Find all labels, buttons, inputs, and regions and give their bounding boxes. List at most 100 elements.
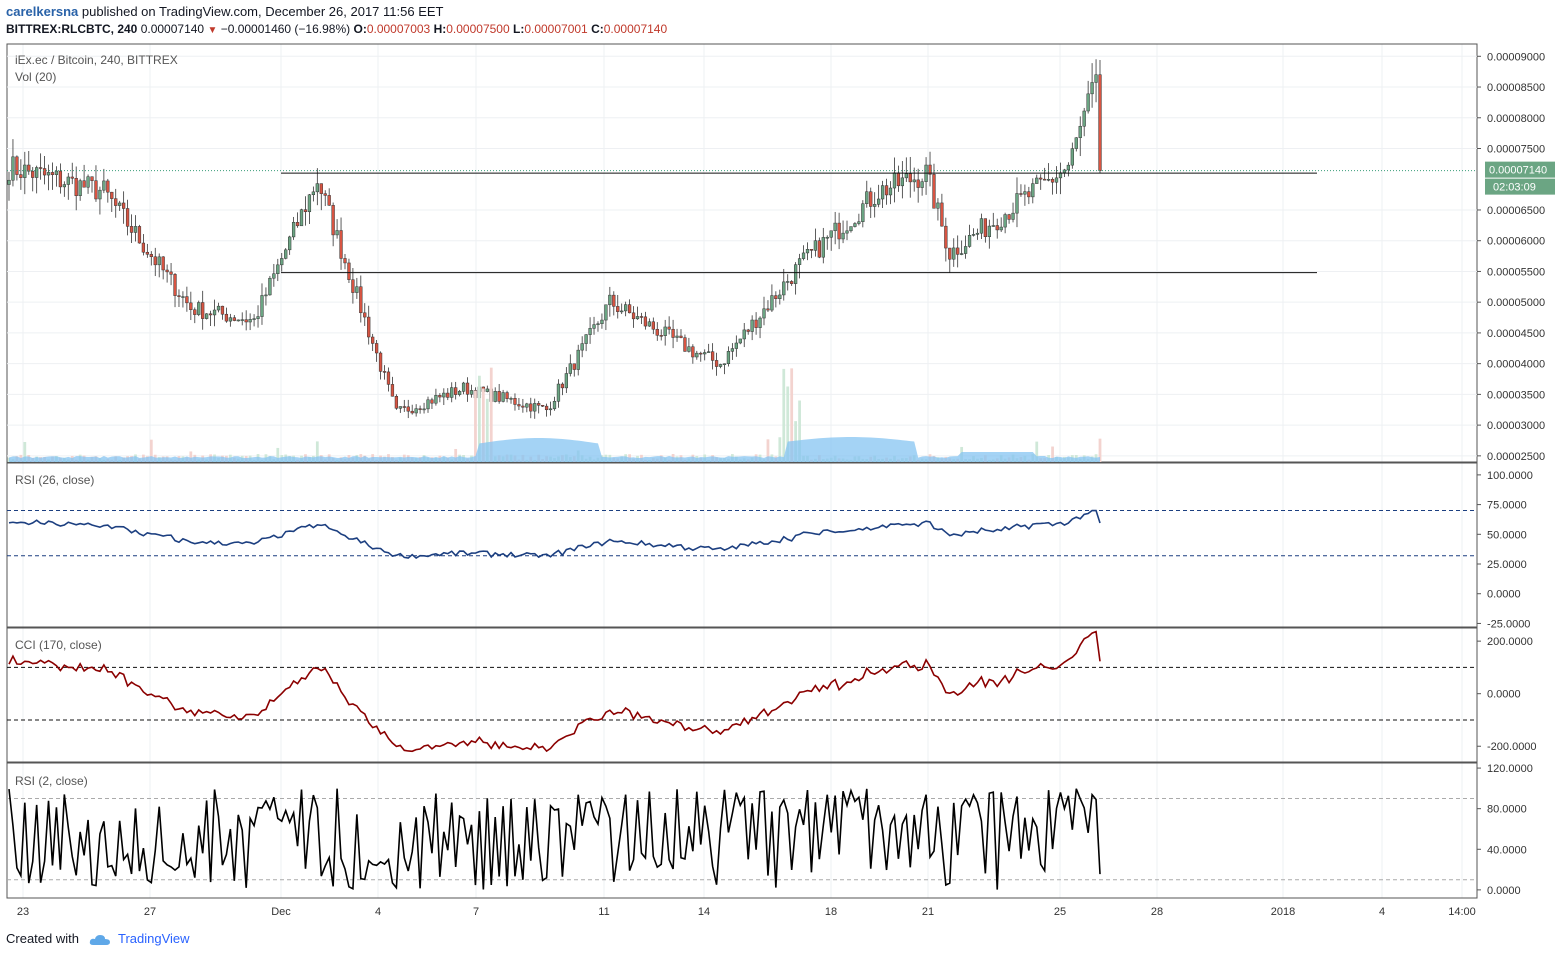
candle: [837, 222, 841, 240]
candle: [442, 392, 446, 398]
time-tick-label: 4: [375, 906, 381, 918]
candle: [944, 225, 948, 249]
price-tick-label: 0.00004500: [1487, 328, 1545, 340]
candle: [38, 167, 43, 169]
candle: [873, 204, 877, 207]
candle: [608, 294, 612, 306]
price-tick-label: 0.00008500: [1487, 82, 1545, 94]
candle: [485, 388, 489, 392]
candle: [66, 176, 70, 185]
rsi26-line: [8, 509, 1101, 560]
candle: [284, 249, 288, 259]
candle: [730, 348, 735, 352]
candle: [1078, 125, 1082, 138]
candle: [252, 318, 256, 320]
candle: [228, 317, 232, 322]
chart-canvas[interactable]: 0.00009000 0.00008500 0.00008000 0.00007500…: [0, 0, 1556, 925]
candle: [94, 180, 98, 200]
candle: [580, 343, 584, 351]
price-tick-label: 0.00005000: [1487, 297, 1545, 309]
candle: [272, 273, 276, 279]
candle: [778, 294, 782, 299]
candle: [469, 390, 474, 395]
candle: [50, 172, 55, 175]
cci-pane-title: CCI (170, close): [15, 638, 102, 652]
candle: [386, 371, 391, 385]
created-with-label: Created with: [6, 931, 79, 946]
candle: [315, 183, 319, 193]
time-tick-label: Dec: [271, 906, 291, 918]
candle: [983, 218, 987, 237]
candle: [750, 319, 754, 332]
candle: [201, 302, 205, 319]
candle: [865, 191, 869, 204]
candle: [809, 249, 814, 251]
candle: [631, 312, 636, 320]
candle: [624, 304, 628, 312]
candle: [560, 383, 565, 389]
candle: [434, 395, 438, 404]
candle: [161, 256, 165, 271]
candle: [714, 360, 719, 367]
candle: [125, 208, 130, 227]
candle: [762, 308, 766, 319]
cci-axis-label: -200.0000: [1487, 741, 1537, 753]
rsi26-axis-label: 25.0000: [1487, 559, 1527, 571]
candle: [1050, 179, 1055, 183]
candle: [1094, 74, 1098, 83]
candle: [1086, 93, 1090, 112]
candle: [940, 202, 944, 227]
candle: [212, 309, 217, 316]
candle: [793, 264, 798, 284]
candle: [145, 251, 149, 255]
tradingview-link[interactable]: TradingView: [118, 931, 190, 946]
candle: [280, 258, 284, 266]
candle: [960, 253, 964, 255]
candle: [46, 172, 51, 176]
candle: [829, 230, 833, 238]
candle: [410, 410, 414, 414]
pane-frame-main: [6, 43, 1478, 463]
candle: [738, 338, 742, 344]
candle: [347, 262, 351, 280]
candle: [635, 316, 640, 320]
candle: [529, 403, 533, 412]
candle: [718, 364, 723, 367]
rsi26-axis-label: 0.0000: [1487, 589, 1521, 601]
candle: [299, 209, 304, 227]
candle: [394, 396, 399, 409]
candle: [307, 194, 312, 213]
candle: [185, 296, 189, 304]
price-tick-label: 0.00002500: [1487, 451, 1545, 463]
candle: [355, 286, 359, 293]
candle: [505, 392, 509, 399]
candle: [766, 308, 770, 311]
candle: [177, 295, 181, 297]
candle: [987, 225, 991, 237]
candle: [971, 234, 976, 236]
candle: [979, 218, 984, 234]
candle: [774, 295, 778, 299]
candle: [525, 403, 529, 408]
time-tick-label: 2018: [1271, 906, 1295, 918]
rsi2-axis-label: 80.0000: [1487, 804, 1527, 816]
candle: [323, 193, 327, 196]
candle: [647, 321, 652, 327]
candle: [991, 225, 995, 227]
candle: [11, 156, 15, 181]
candle: [327, 195, 331, 206]
candle: [189, 302, 193, 310]
time-tick-label: 28: [1151, 906, 1163, 918]
candle: [691, 346, 695, 358]
candle: [904, 173, 908, 179]
candle: [564, 373, 568, 389]
candle: [450, 387, 454, 398]
candle: [378, 352, 383, 372]
candle: [339, 230, 343, 259]
price-tick-label: 0.00004000: [1487, 359, 1545, 371]
candle: [276, 264, 280, 274]
candle: [465, 382, 470, 395]
volume-bar: [782, 368, 786, 462]
candle: [541, 405, 545, 407]
candle: [1035, 177, 1039, 184]
